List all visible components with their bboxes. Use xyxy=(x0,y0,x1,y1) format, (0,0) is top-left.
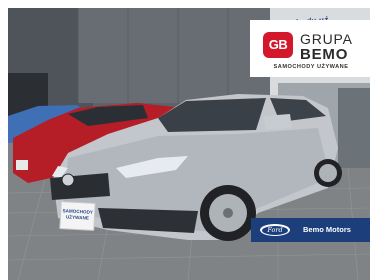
dealer-banner: Ford Bemo Motors xyxy=(251,218,370,242)
grupa-bemo-logo: GB GRUPA BEMO SAMOCHODY UŻYWANE xyxy=(250,20,370,77)
logo-name-line2: BEMO xyxy=(300,46,349,63)
dealer-name: Bemo Motors xyxy=(303,225,351,234)
ford-logo-text: Ford xyxy=(262,225,288,235)
logo-name-line1: GRUPA xyxy=(300,31,353,47)
logo-tagline: SAMOCHODY UŻYWANE xyxy=(273,64,349,70)
gb-logo-icon: GB xyxy=(263,32,293,58)
plate-line2: UŻYWANE xyxy=(65,214,90,221)
license-plate: SAMOCHODY UŻYWANE xyxy=(59,201,96,231)
ford-logo-icon: Ford xyxy=(260,224,290,236)
